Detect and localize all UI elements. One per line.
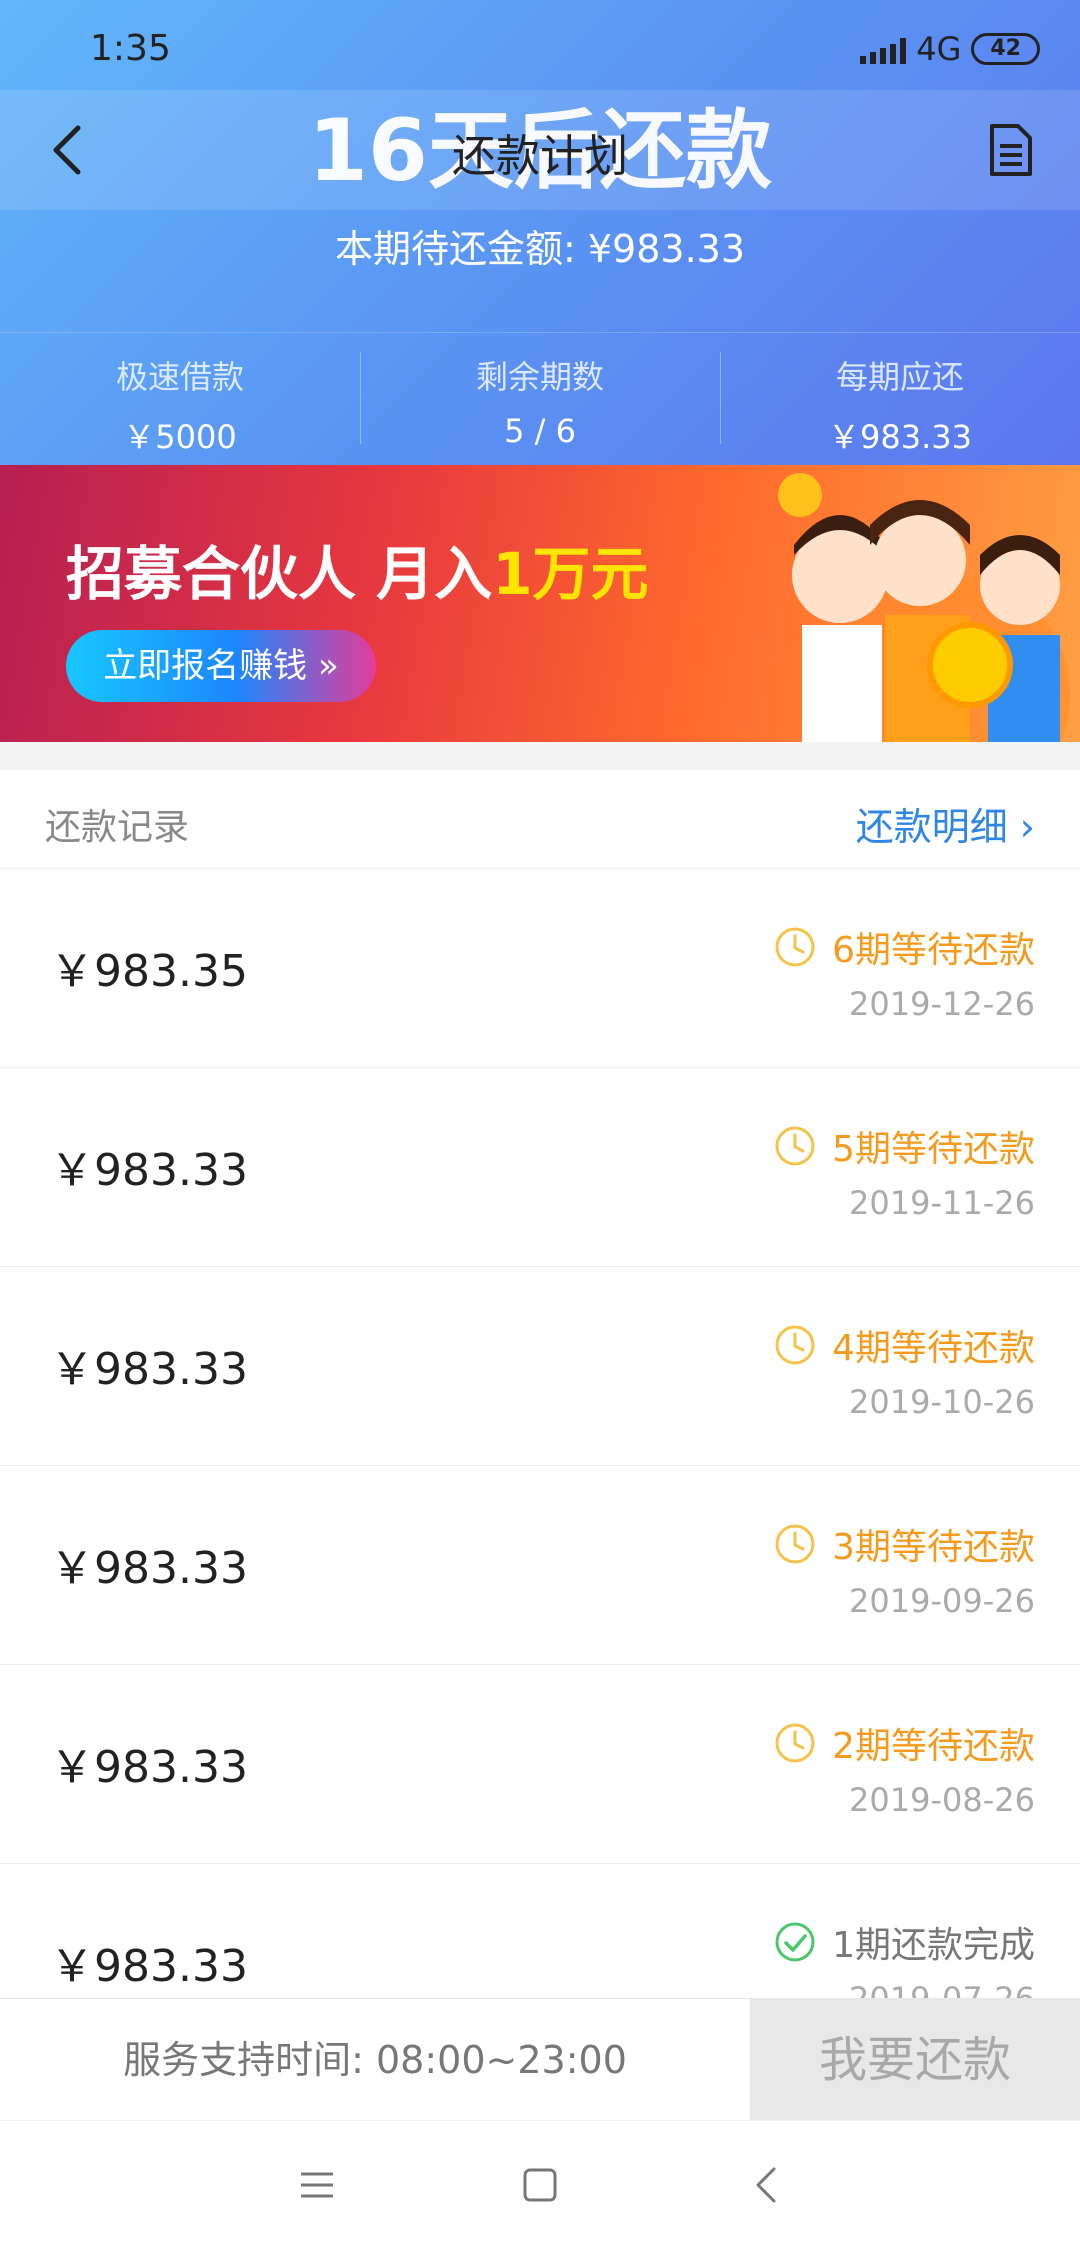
check-circle-icon: [775, 1922, 815, 1962]
row-status-label: 5期等待还款: [832, 1129, 1035, 1170]
stat-loan: 极速借款 ￥5000: [0, 352, 360, 456]
table-row[interactable]: ￥983.33 4期等待还款 2019-10-26: [0, 1267, 1080, 1466]
table-row[interactable]: ￥983.33 3期等待还款 2019-09-26: [0, 1466, 1080, 1665]
stat-value: 5 / 6: [504, 412, 576, 450]
menu-icon[interactable]: [293, 2161, 341, 2209]
banner-headline-highlight: 1万元: [492, 540, 649, 608]
repayment-detail-label: 还款明细: [855, 805, 1008, 849]
clock-icon: [775, 927, 815, 967]
stat-value: ￥983.33: [828, 418, 972, 456]
row-status-label: 6期等待还款: [832, 930, 1035, 971]
chevron-right-icon: ›: [1019, 805, 1035, 849]
service-hours: 服务支持时间: 08:00~23:00: [123, 2038, 627, 2082]
current-due-amount: 本期待还金额: ¥983.33: [334, 227, 746, 271]
clock-icon: [775, 1126, 815, 1166]
repayment-records: 还款记录 还款明细 › ￥983.35 6期等待还款 2019-12-26 ￥9…: [0, 770, 1080, 1998]
row-date: 2019-11-26: [849, 1184, 1035, 1222]
repayment-header: 1:35 4G 42 16天后还款 还款计划 本期待还金额: ¥983.33 极…: [0, 0, 1080, 465]
stat-label: 极速借款: [115, 358, 244, 396]
stat-per-period: 每期应还 ￥983.33: [720, 352, 1080, 456]
bottom-action-bar: 服务支持时间: 08:00~23:00 我要还款: [0, 1998, 1080, 2121]
loan-stats: 极速借款 ￥5000 剩余期数 5 / 6 每期应还 ￥983.33: [0, 352, 1080, 456]
row-amount: ￥983.33: [50, 1543, 248, 1594]
clock-icon: [775, 1723, 815, 1763]
row-status-label: 3期等待还款: [832, 1527, 1035, 1568]
repay-button[interactable]: 我要还款: [750, 1999, 1080, 2121]
stat-label: 剩余期数: [475, 358, 604, 396]
page-title: 还款计划: [452, 131, 628, 182]
row-amount: ￥983.35: [50, 946, 248, 997]
row-amount: ￥983.33: [50, 1344, 248, 1395]
row-status-label: 2期等待还款: [832, 1726, 1035, 1767]
banner-signup-button[interactable]: 立即报名赚钱 »: [66, 630, 376, 702]
row-date: 2019-09-26: [849, 1582, 1035, 1620]
row-status-label: 4期等待还款: [832, 1328, 1035, 1369]
row-status: 6期等待还款: [774, 921, 1035, 973]
row-status: 4期等待还款: [774, 1319, 1035, 1371]
divider: [0, 332, 1080, 333]
banner-headline: 招募合伙人 月入1万元: [66, 527, 649, 611]
system-nav-bar: [0, 2120, 1080, 2249]
table-row[interactable]: ￥983.33 5期等待还款 2019-11-26: [0, 1068, 1080, 1267]
home-icon[interactable]: [516, 2161, 564, 2209]
back-icon[interactable]: [744, 2161, 792, 2209]
clock-icon: [775, 1524, 815, 1564]
row-status: 3期等待还款: [774, 1518, 1035, 1570]
row-amount: ￥983.33: [50, 1941, 248, 1992]
document-icon[interactable]: [980, 120, 1040, 180]
stat-value: ￥5000: [123, 418, 237, 456]
row-date: 2019-10-26: [849, 1383, 1035, 1421]
banner-people-illustration: [778, 473, 1070, 742]
signal-icon: [860, 34, 907, 64]
banner-headline-main: 招募合伙人 月入: [66, 540, 493, 608]
row-amount: ￥983.33: [50, 1742, 248, 1793]
promo-banner[interactable]: 招募合伙人 月入1万元 立即报名赚钱 »: [0, 465, 1080, 742]
repayment-detail-link[interactable]: 还款明细 ›: [856, 796, 1035, 851]
status-time: 1:35: [90, 28, 171, 69]
row-date: 2019-12-26: [849, 985, 1035, 1023]
row-amount: ￥983.33: [50, 1145, 248, 1196]
records-header: 还款记录 还款明细 ›: [0, 770, 1080, 869]
records-title: 还款记录: [45, 807, 190, 848]
row-date: 2019-07-26: [849, 1980, 1035, 1998]
battery-icon: 42: [971, 33, 1040, 65]
row-status: 5期等待还款: [774, 1120, 1035, 1172]
table-row[interactable]: ￥983.35 6期等待还款 2019-12-26: [0, 869, 1080, 1068]
row-status-label: 1期还款完成: [832, 1925, 1035, 1966]
stat-label: 每期应还: [835, 358, 964, 396]
row-date: 2019-08-26: [849, 1781, 1035, 1819]
network-type: 4G: [916, 30, 962, 68]
title-bar: 还款计划: [0, 90, 1080, 210]
row-status: 1期还款完成: [774, 1916, 1035, 1968]
clock-icon: [775, 1325, 815, 1365]
stat-remaining-periods: 剩余期数 5 / 6: [360, 352, 720, 452]
row-status: 2期等待还款: [774, 1717, 1035, 1769]
status-indicators: 4G 42: [860, 30, 1040, 68]
table-row[interactable]: ￥983.33 2期等待还款 2019-08-26: [0, 1665, 1080, 1864]
table-row[interactable]: ￥983.33 1期还款完成 2019-07-26: [0, 1864, 1080, 1998]
